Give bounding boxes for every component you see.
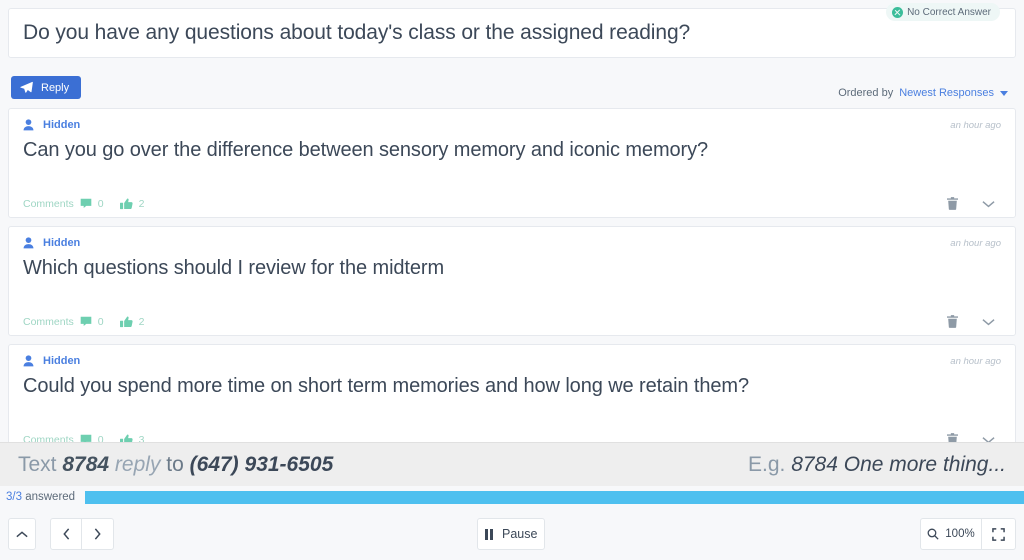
reply-button[interactable]: Reply [11,76,82,99]
response-card-header: Hidden an hour ago [23,235,1001,251]
cancel-circle-icon [892,6,904,18]
response-text: Could you spend more time on short term … [23,375,749,397]
likes-count: 2 [138,197,145,210]
sms-example: E.g. 8784 One more thing... [748,453,1006,477]
author: Hidden [23,355,80,367]
next-button[interactable] [82,518,114,550]
order-by-dropdown[interactable]: Newest Responses [899,87,1008,99]
order-by-label: Ordered by [838,87,894,99]
pause-button-label: Pause [502,527,538,541]
likes-metric[interactable]: 2 [119,315,145,328]
progress-row: 3/3 answered [0,486,1024,508]
order-by-value: Newest Responses [899,87,994,99]
author-name: Hidden [43,237,81,249]
send-icon [20,81,33,94]
timestamp: an hour ago [950,237,1001,249]
comments-label: Comments [23,315,74,328]
comments-metric[interactable]: Comments 0 [23,198,104,210]
response-text: Which questions should I review for the … [23,257,445,279]
response-card-header: Hidden an hour ago [23,353,1001,369]
progress-bar [85,490,1024,504]
zoom-group: 100% [920,518,1016,550]
expand-chevron-icon[interactable] [982,200,995,208]
sms-text-word: Text [18,452,57,476]
poll-response-screen: Do you have any questions about today's … [0,0,1024,560]
pause-icon [484,528,494,540]
status-badge-label: No Correct Answer [907,6,991,18]
thumbs-up-icon [119,316,133,328]
question-bar: Do you have any questions about today's … [8,8,1016,58]
pause-button[interactable]: Pause [477,518,545,550]
delete-icon[interactable] [947,197,958,210]
response-card[interactable]: Hidden an hour ago Could you spend more … [8,344,1016,448]
sms-keyword: reply [114,452,161,476]
fullscreen-button[interactable] [982,518,1016,550]
page-title: Do you have any questions about today's … [23,21,691,44]
expand-chevron-icon[interactable] [982,318,995,326]
answered-status: 3/3 answered [6,491,75,503]
response-text: Can you go over the difference between s… [23,139,709,161]
comments-count: 0 [97,315,104,328]
likes-count: 2 [138,315,145,328]
response-card-footer: Comments 0 [23,315,1001,328]
progress-bar-fill [85,490,1024,504]
response-card-header: Hidden an hour ago [23,117,1001,133]
sms-example-label: E.g. [747,452,786,476]
status-badge: No Correct Answer [886,3,1000,21]
reply-button-label: Reply [41,81,70,94]
zoom-button[interactable]: 100% [920,518,982,550]
delete-icon[interactable] [947,315,958,328]
sms-phone-number: (647) 931-6505 [189,452,334,476]
timestamp: an hour ago [950,119,1001,131]
response-list[interactable]: Hidden an hour ago Can you go over the d… [8,108,1016,448]
magnifier-icon [927,528,939,540]
comments-count: 0 [97,197,104,210]
comment-bubble-icon [80,316,92,327]
thumbs-up-icon [119,198,133,210]
answered-count: 3/3 [6,491,22,503]
chevron-down-icon [1000,90,1008,96]
sms-to-word: to [166,452,184,476]
author-name: Hidden [43,119,81,131]
order-by-control: Ordered by Newest Responses [838,87,1008,99]
person-icon [23,119,34,131]
navigation-group [50,518,114,550]
sms-instruction-bar: Text 8784 reply to (647) 931-6505 E.g. 8… [0,442,1024,486]
comment-bubble-icon [80,198,92,209]
response-card-footer: Comments 0 [23,197,1001,210]
sms-example-text: 8784 One more thing... [791,452,1006,476]
response-card[interactable]: Hidden an hour ago Can you go over the d… [8,108,1016,218]
zoom-level-label: 100% [945,528,975,540]
sms-instruction: Text 8784 reply to (647) 931-6505 [18,453,333,477]
likes-metric[interactable]: 2 [119,197,145,210]
person-icon [23,237,34,249]
sms-code: 8784 [62,452,110,476]
author: Hidden [23,119,80,131]
response-card[interactable]: Hidden an hour ago Which questions shoul… [8,226,1016,336]
previous-button[interactable] [50,518,82,550]
person-icon [23,355,34,367]
scroll-up-button[interactable] [8,518,36,550]
answered-label: answered [25,491,76,503]
timestamp: an hour ago [950,355,1001,367]
comments-label: Comments [23,197,74,210]
bottom-toolbar: Pause 100% [0,508,1024,560]
response-toolbar: Reply Ordered by Newest Responses [0,76,1024,104]
comments-metric[interactable]: Comments 0 [23,316,104,328]
author: Hidden [23,237,80,249]
author-name: Hidden [43,355,81,367]
